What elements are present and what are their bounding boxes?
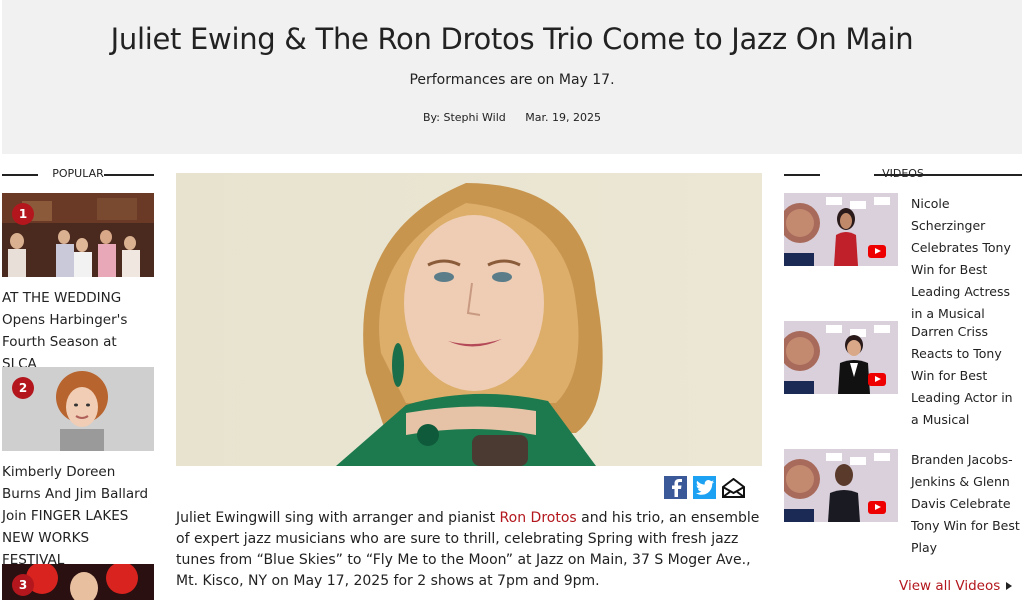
youtube-play-icon[interactable] — [868, 501, 886, 514]
video-title[interactable]: Darren Criss Reacts to Tony Win for Best… — [911, 321, 1023, 431]
popular-thumbnail[interactable]: 2 — [2, 367, 154, 451]
email-icon[interactable] — [722, 476, 745, 499]
youtube-play-icon[interactable] — [868, 373, 886, 386]
byline: By: Stephi Wild Mar. 19, 2025 — [2, 111, 1022, 124]
arrow-right-icon — [1006, 582, 1013, 590]
share-bar — [664, 476, 745, 499]
view-all-videos-link[interactable]: View all Videos — [899, 578, 1013, 594]
youtube-play-icon[interactable] — [868, 245, 886, 258]
article-body: Juliet Ewingwill sing with arranger and … — [176, 508, 766, 592]
article-subtitle: Performances are on May 17. — [409, 72, 615, 88]
video-item[interactable]: Nicole Scherzinger Celebrates Tony Win f… — [784, 193, 1022, 321]
article-title: Juliet Ewing & The Ron Drotos Trio Come … — [110, 22, 914, 56]
ron-drotos-link[interactable]: Ron Drotos — [500, 510, 577, 526]
facebook-icon[interactable] — [664, 476, 687, 499]
video-item[interactable]: Darren Criss Reacts to Tony Win for Best… — [784, 321, 1022, 431]
popular-rank-badge: 2 — [12, 377, 34, 399]
author-link[interactable]: By: Stephi Wild — [423, 111, 506, 124]
video-item[interactable]: Branden Jacobs-Jenkins & Glenn Davis Cel… — [784, 449, 1022, 559]
video-thumbnail[interactable] — [784, 321, 898, 394]
view-all-videos-label[interactable]: View all Videos — [899, 578, 1000, 594]
twitter-icon[interactable] — [693, 476, 716, 499]
hero-image — [176, 173, 762, 466]
publish-date: Mar. 19, 2025 — [525, 111, 601, 124]
video-thumbnail[interactable] — [784, 449, 898, 522]
popular-item-title[interactable]: AT THE WEDDING Opens Harbinger's Fourth … — [2, 287, 154, 375]
videos-section-title: VIDEOS — [784, 167, 1022, 181]
popular-item[interactable]: 2 Kimberly Doreen Burns And Jim Ballard … — [2, 367, 154, 571]
video-thumbnail[interactable] — [784, 193, 898, 266]
popular-thumbnail[interactable]: 1 — [2, 193, 154, 277]
article-header: Juliet Ewing & The Ron Drotos Trio Come … — [2, 0, 1022, 154]
popular-item-title[interactable]: Kimberly Doreen Burns And Jim Ballard Jo… — [2, 461, 154, 571]
popular-item[interactable]: 1 AT THE WEDDING Opens Harbinger's Fourt… — [2, 193, 154, 375]
popular-thumbnail[interactable]: 3 — [2, 564, 154, 600]
popular-rank-badge: 3 — [12, 574, 34, 596]
video-title[interactable]: Branden Jacobs-Jenkins & Glenn Davis Cel… — [911, 449, 1023, 559]
popular-rank-badge: 1 — [12, 203, 34, 225]
article-text: Juliet Ewingwill sing with arranger and … — [176, 510, 500, 526]
juliet-ewing-portrait — [176, 173, 762, 466]
popular-item[interactable]: 3 — [2, 564, 154, 600]
popular-section-title: POPULAR — [2, 167, 154, 181]
video-title[interactable]: Nicole Scherzinger Celebrates Tony Win f… — [911, 193, 1023, 325]
